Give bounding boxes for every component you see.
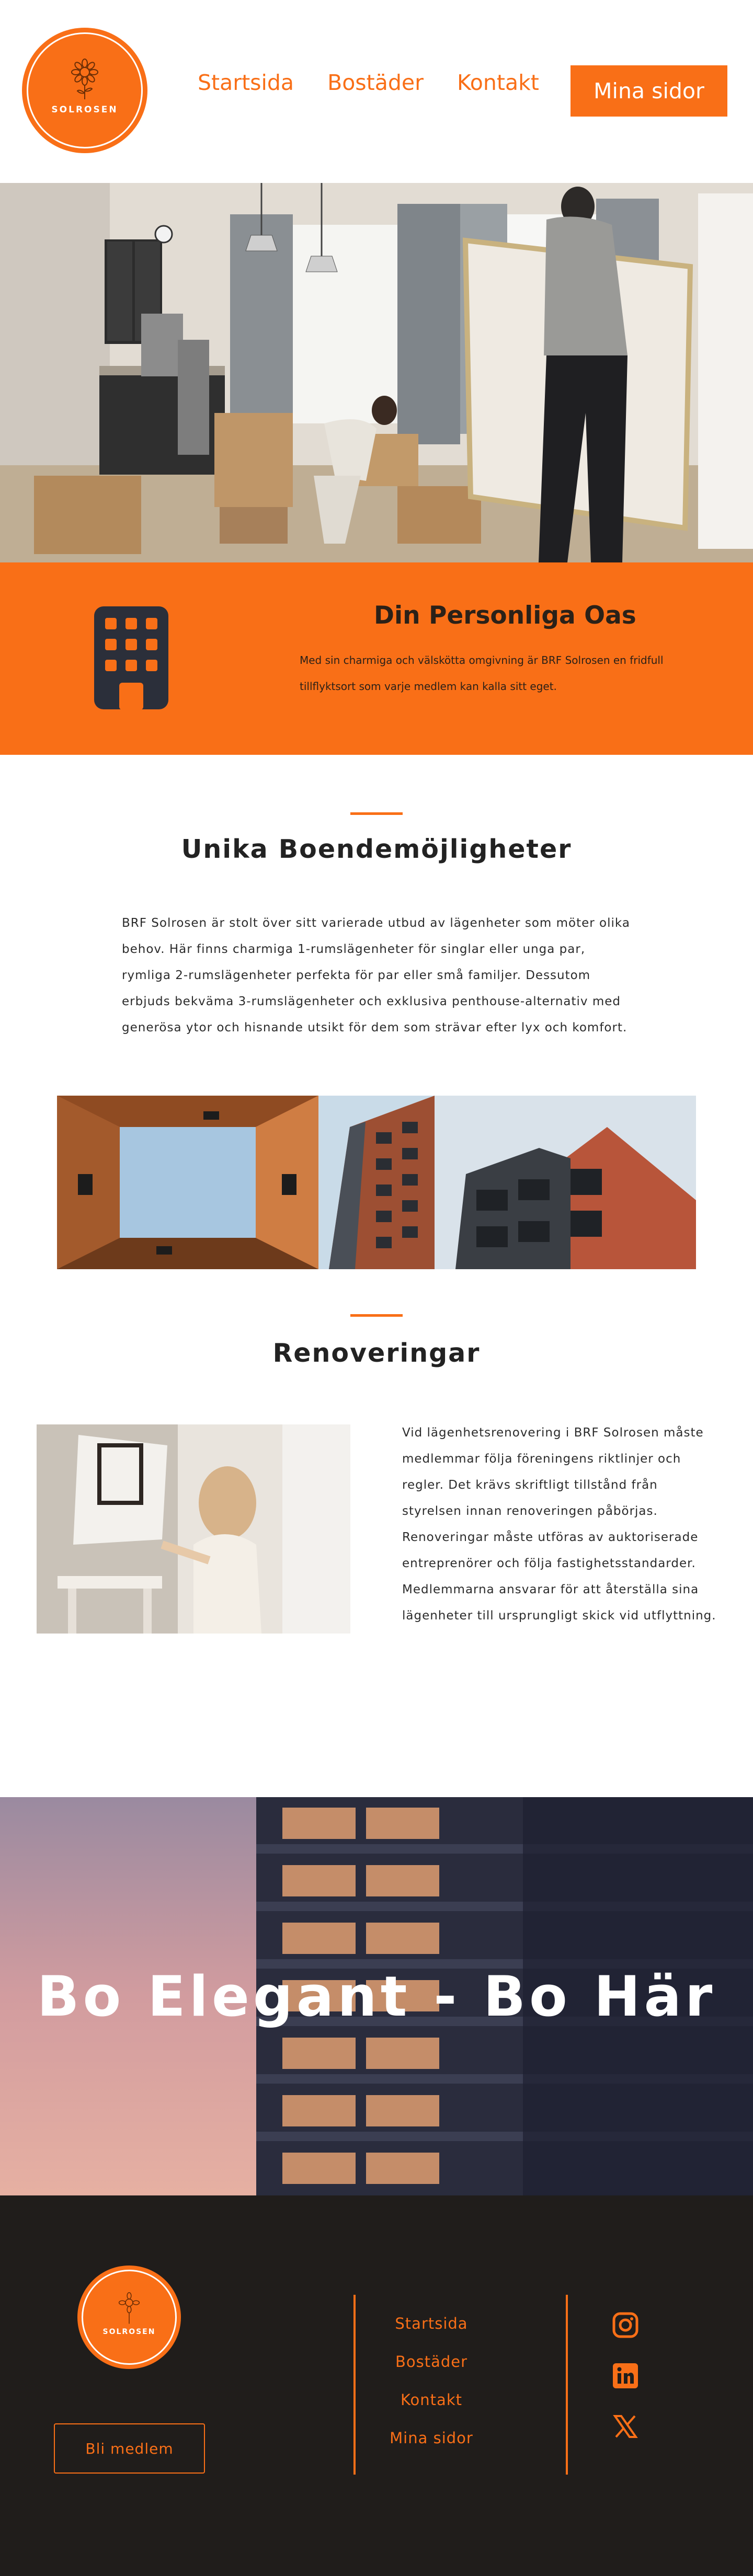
footer-link-startsida[interactable]: Startsida [395, 2315, 467, 2353]
footer-link-mina-sidor[interactable]: Mina sidor [390, 2429, 473, 2467]
mina-sidor-button[interactable]: Mina sidor [571, 65, 727, 117]
elegant-title: Bo Elegant - Bo Här [37, 1964, 716, 2029]
solrosen-logo[interactable]: SOLROSEN [22, 28, 147, 153]
personlig-oas-banner: Din Personliga Oas Med sin charmiga och … [0, 562, 753, 755]
apartment-gallery [57, 1096, 696, 1269]
modern-building-photo [435, 1096, 696, 1269]
banner-text: Med sin charmiga och välskötta omgivning… [300, 654, 664, 693]
logo-ring [82, 2270, 177, 2365]
social-links [612, 2312, 639, 2440]
site-footer: SOLROSEN Bli medlem Startsida Bostäder K… [0, 2195, 753, 2576]
unika-text: BRF Solrosen är stolt över sitt varierad… [122, 916, 630, 1034]
courtyard-photo [57, 1096, 318, 1269]
bli-medlem-button[interactable]: Bli medlem [54, 2423, 205, 2474]
banner-title: Din Personliga Oas [374, 601, 636, 630]
section-accent-line [350, 1314, 403, 1317]
site-header: SOLROSEN Startsida Bostäder Kontakt Mina… [0, 0, 753, 183]
section-accent-line [350, 812, 403, 815]
reno-text: Vid lägenhetsrenovering i BRF Solrosen m… [402, 1426, 716, 1623]
footer-link-bostader[interactable]: Bostäder [395, 2353, 467, 2391]
instagram-icon[interactable] [612, 2312, 639, 2339]
footer-nav: Startsida Bostäder Kontakt Mina sidor [356, 2315, 507, 2467]
logo-ring [27, 32, 143, 148]
renoveringar-section: Renoveringar Vid lägenhetsrenovering i B… [0, 1260, 753, 1797]
footer-logo[interactable]: SOLROSEN [77, 2266, 181, 2369]
footer-link-kontakt[interactable]: Kontakt [401, 2391, 462, 2429]
nav-link-bostader[interactable]: Bostäder [327, 72, 424, 94]
building-facade-photo [318, 1096, 435, 1269]
hero-illustration [0, 183, 753, 562]
child-painting-photo [37, 1424, 350, 1634]
nav-link-startsida[interactable]: Startsida [198, 72, 294, 94]
bo-elegant-banner: Bo Elegant - Bo Här [0, 1797, 753, 2195]
unika-title: Unika Boendemöjligheter [181, 834, 572, 864]
x-icon[interactable] [612, 2413, 639, 2440]
reno-title: Renoveringar [272, 1338, 481, 1368]
unika-section: Unika Boendemöjligheter BRF Solrosen är … [0, 755, 753, 1269]
footer-divider-right [566, 2295, 568, 2475]
nav-link-kontakt[interactable]: Kontakt [457, 72, 539, 94]
hero-moving-photo [0, 183, 753, 562]
building-icon [94, 606, 168, 710]
linkedin-icon[interactable] [612, 2362, 639, 2389]
main-nav: Startsida Bostäder Kontakt [198, 72, 539, 94]
